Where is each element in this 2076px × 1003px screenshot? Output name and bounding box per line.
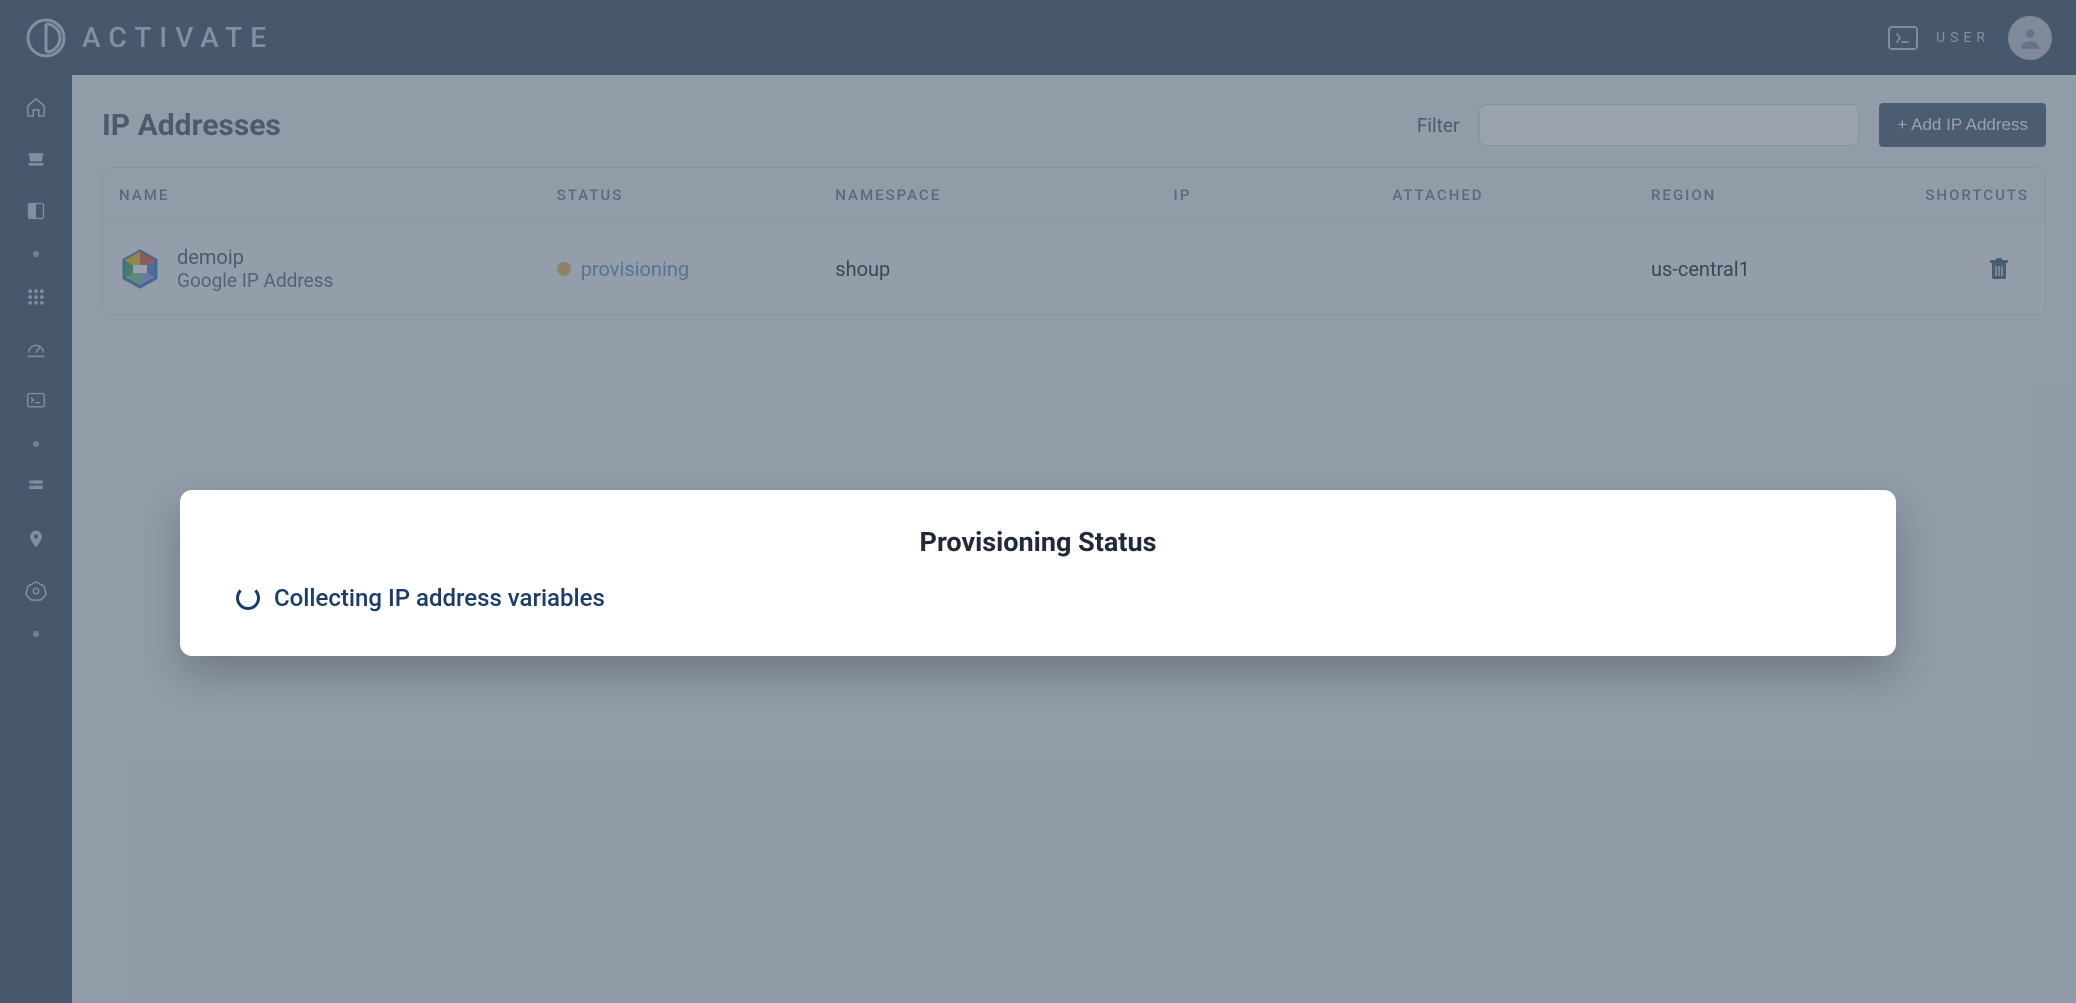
row-namespace: shoup <box>835 257 1173 281</box>
divider-dot-icon <box>33 251 39 257</box>
row-subtitle: Google IP Address <box>177 269 333 292</box>
row-region: us-central1 <box>1651 257 1850 281</box>
name-text: demoip Google IP Address <box>177 245 333 292</box>
brand: ACTIVATE <box>24 16 274 60</box>
modal-status-row: Collecting IP address variables <box>236 584 1840 612</box>
grid-icon[interactable] <box>24 285 48 309</box>
kubernetes-icon[interactable] <box>24 579 48 603</box>
col-status: STATUS <box>557 186 836 204</box>
name-cell: demoip Google IP Address <box>119 245 557 292</box>
filter-input[interactable] <box>1479 104 1859 146</box>
inbox-icon[interactable] <box>24 147 48 171</box>
table-header: NAME STATUS NAMESPACE IP ATTACHED REGION… <box>103 168 2045 223</box>
console-icon[interactable] <box>24 389 48 413</box>
modal-title: Provisioning Status <box>236 526 1840 558</box>
col-shortcuts: SHORTCUTS <box>1850 186 2029 204</box>
add-ip-address-button[interactable]: + Add IP Address <box>1879 103 2046 147</box>
avatar[interactable] <box>2008 16 2052 60</box>
status-dot-icon <box>557 262 571 276</box>
user-label: USER <box>1936 30 1990 46</box>
col-name: NAME <box>119 186 557 204</box>
provisioning-status-modal: Provisioning Status Collecting IP addres… <box>180 490 1896 656</box>
page-title: IP Addresses <box>102 108 281 143</box>
brand-name: ACTIVATE <box>82 21 274 54</box>
divider-dot-icon <box>33 631 39 637</box>
sidebar <box>0 75 72 1003</box>
col-ip: IP <box>1173 186 1392 204</box>
table-row[interactable]: demoip Google IP Address provisioning sh… <box>103 223 2045 314</box>
ip-table: NAME STATUS NAMESPACE IP ATTACHED REGION… <box>102 167 2046 315</box>
home-icon[interactable] <box>24 95 48 119</box>
col-attached: ATTACHED <box>1392 186 1651 204</box>
filter-label: Filter <box>1417 114 1459 137</box>
status-cell: provisioning <box>557 257 836 281</box>
row-name: demoip <box>177 245 333 269</box>
spinner-icon <box>236 586 260 610</box>
divider-dot-icon <box>33 441 39 447</box>
row-status: provisioning <box>581 257 689 281</box>
row-shortcuts <box>1850 258 2029 280</box>
panel-icon[interactable] <box>24 199 48 223</box>
storage-icon[interactable] <box>24 475 48 499</box>
col-region: REGION <box>1651 186 1850 204</box>
brand-logo-icon <box>24 16 68 60</box>
terminal-icon[interactable] <box>1888 26 1918 50</box>
gauge-icon[interactable] <box>24 337 48 361</box>
location-icon[interactable] <box>24 527 48 551</box>
modal-message: Collecting IP address variables <box>274 584 605 612</box>
page-header: IP Addresses Filter + Add IP Address <box>102 103 2046 147</box>
delete-icon[interactable] <box>1989 258 2009 280</box>
col-namespace: NAMESPACE <box>835 186 1173 204</box>
gcp-icon <box>119 248 161 290</box>
topbar-right: USER <box>1888 16 2052 60</box>
topbar: ACTIVATE USER <box>0 0 2076 75</box>
